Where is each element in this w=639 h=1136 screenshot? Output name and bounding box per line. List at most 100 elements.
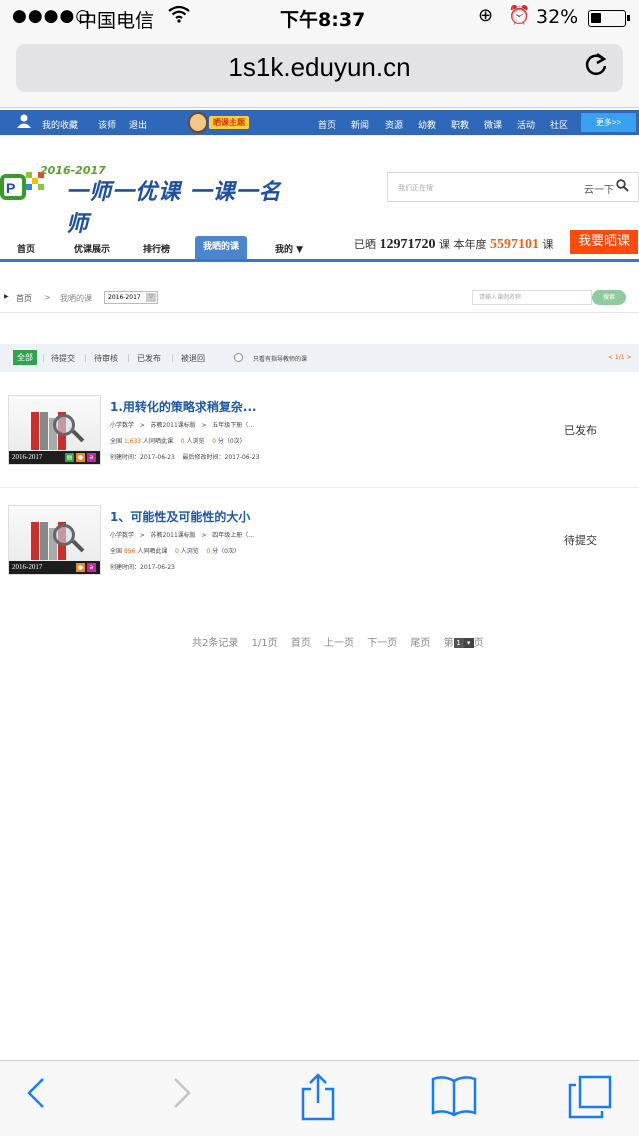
reload-icon[interactable] — [583, 50, 609, 85]
course-grade: 五年级下册（... — [212, 422, 255, 429]
forward-button[interactable] — [150, 1073, 210, 1123]
breadcrumb-home[interactable]: 首页 — [16, 293, 32, 304]
tab-mine-dropdown[interactable]: 我的 ▼ — [275, 242, 303, 255]
tab-home[interactable]: 首页 — [17, 242, 35, 255]
clock: 下午8:37 — [280, 9, 366, 31]
nav-resources[interactable]: 资源 — [385, 118, 403, 131]
tab-showcase[interactable]: 优课展示 — [74, 242, 110, 255]
page-select[interactable]: 1 — [453, 638, 464, 648]
first-page-link[interactable]: 首页 — [291, 638, 311, 649]
tab-ranking[interactable]: 排行榜 — [143, 242, 170, 255]
view-count: 0 — [174, 548, 179, 555]
status-badge: 已发布 — [564, 424, 597, 437]
resource-badge-icon: ǝ — [87, 453, 96, 462]
search-icon[interactable] — [616, 179, 629, 196]
site-logo[interactable]: P 2016-2017 一师一优课 一课一名师 — [0, 160, 300, 237]
pagination: 共2条记录 1/1页 首页 上一页 下一页 尾页 第 1 ▾ 页 — [192, 634, 484, 649]
nav-preschool[interactable]: 幼教 — [418, 118, 436, 131]
shared-label: 人同晒此课 — [143, 438, 174, 445]
filter-returned[interactable]: 被退回 — [181, 353, 205, 364]
nav-news[interactable]: 新闻 — [351, 118, 369, 131]
shared-label: 人同晒此课 — [137, 548, 168, 555]
list-item[interactable]: 2016-2017 ● ǝ 1、可能性及可能性的大小 小学数学 > 苏教2011… — [0, 505, 639, 605]
path-separator: > — [139, 422, 145, 429]
course-thumbnail[interactable]: 2016-2017 ● ǝ — [8, 505, 101, 575]
modified-date: 最后修改时间：2017-06-23 — [182, 454, 260, 461]
status-filter-bar: 全部 | 待提交 | 待审核 | 已发布 | 被退回 只看有指导教师的课 < 1… — [0, 344, 639, 372]
tab-my-lessons[interactable]: 我晒的课 — [195, 236, 248, 259]
magnifier-handle — [71, 539, 85, 553]
alarm-icon: ⏰ — [508, 5, 531, 26]
stats-scope: 全国 — [110, 438, 123, 445]
goto-suffix: 页 — [473, 638, 484, 649]
course-search-input[interactable]: 请输入课例名称 — [472, 290, 592, 305]
nav-activities[interactable]: 活动 — [517, 118, 535, 131]
divider — [0, 312, 639, 313]
bookmarks-icon — [431, 1076, 477, 1117]
user-icon[interactable] — [16, 114, 32, 131]
battery-percent: 32% — [536, 6, 579, 28]
share-button[interactable] — [288, 1073, 348, 1123]
nav-home[interactable]: 首页 — [318, 118, 336, 131]
view-label: 人浏览 — [186, 438, 205, 445]
status-badge: 待提交 — [564, 534, 597, 547]
year-select[interactable]: 2016-2017 ▽ — [104, 291, 158, 304]
bookmarks-button[interactable] — [424, 1073, 484, 1123]
path-separator: > — [201, 532, 207, 539]
chevron-right-icon — [174, 1078, 191, 1108]
battery-icon — [588, 10, 630, 27]
course-thumbnail[interactable]: 2016-2017 ▤ ● ǝ — [8, 395, 101, 465]
stats-year-unit: 课 — [542, 238, 554, 251]
course-title[interactable]: 1、可能性及可能性的大小 — [110, 508, 250, 525]
doc-badge-icon: ▤ — [65, 453, 74, 462]
site-search-button[interactable]: 云一下 — [584, 181, 614, 196]
browser-toolbar — [0, 1060, 639, 1136]
chevron-down-icon[interactable]: ▾ — [463, 638, 474, 648]
back-button[interactable] — [8, 1073, 68, 1123]
share-lesson-button[interactable]: 我要晒课 — [570, 230, 638, 254]
score-label: 分（0次） — [212, 548, 240, 555]
nav-my-favorites[interactable]: 我的收藏 — [42, 118, 78, 131]
site-search-input[interactable]: 我们正在搜 — [398, 183, 433, 193]
logo-slogan: 一师一优课 一课一名师 — [66, 180, 282, 237]
filter-pending-submit[interactable]: 待提交 — [51, 353, 75, 364]
nav-vocational[interactable]: 职教 — [451, 118, 469, 131]
list-item[interactable]: 2016-2017 ▤ ● ǝ 1.用转化的策略求稍复杂... 小学数学 > 苏… — [0, 395, 639, 495]
nav-teacher[interactable]: 该师 — [98, 118, 116, 131]
mascot-theme-banner[interactable]: 晒课主题 — [188, 112, 266, 133]
prev-page-link[interactable]: 上一页 — [324, 638, 354, 649]
mascot-label: 晒课主题 — [209, 116, 249, 129]
course-title[interactable]: 1.用转化的策略求稍复杂... — [110, 398, 257, 415]
guided-only-checkbox[interactable] — [234, 353, 243, 362]
path-separator: > — [201, 422, 207, 429]
tabs-button[interactable] — [560, 1073, 620, 1123]
breadcrumb-separator: > — [44, 293, 51, 302]
last-page-link[interactable]: 尾页 — [410, 638, 430, 649]
more-button[interactable]: 更多>> — [581, 113, 636, 132]
nav-logout[interactable]: 退出 — [129, 118, 147, 131]
course-stats: 全国 1,633 人同晒此课 0 人浏览 0 分（0次） — [110, 436, 246, 445]
filter-published[interactable]: 已发布 — [137, 353, 161, 364]
course-search-button[interactable]: 搜索 — [592, 290, 626, 305]
mini-pager[interactable]: < 1/1 > — [608, 354, 632, 361]
breadcrumb-current: 我晒的课 — [60, 294, 92, 303]
browser-chrome-top: ●●●●○ 中国电信 下午8:37 ⊕ ⏰ 32% 1s1k.eduyun.cn — [0, 0, 639, 108]
course-edition: 苏教2011课标版 — [150, 532, 196, 539]
book-icon — [31, 412, 39, 450]
video-badge-icon: ● — [76, 453, 85, 462]
site-search[interactable]: 我们正在搜 云一下 — [387, 172, 639, 202]
next-page-link[interactable]: 下一页 — [367, 638, 397, 649]
magnifier-handle — [71, 429, 85, 443]
filter-all[interactable]: 全部 — [13, 350, 37, 365]
score-value: 0 — [206, 548, 211, 555]
score-label: 分（0次） — [217, 438, 246, 445]
address-bar[interactable]: 1s1k.eduyun.cn — [16, 44, 623, 92]
nav-microlesson[interactable]: 微课 — [484, 118, 502, 131]
created-date: 创建时间：2017-06-23 — [110, 564, 175, 571]
filter-pending-review[interactable]: 待审核 — [94, 353, 118, 364]
nav-community[interactable]: 社区 — [550, 118, 568, 131]
svg-text:P: P — [6, 180, 15, 196]
path-separator: > — [139, 532, 145, 539]
page-count: 1/1页 — [251, 638, 278, 649]
book-icon — [31, 522, 39, 560]
